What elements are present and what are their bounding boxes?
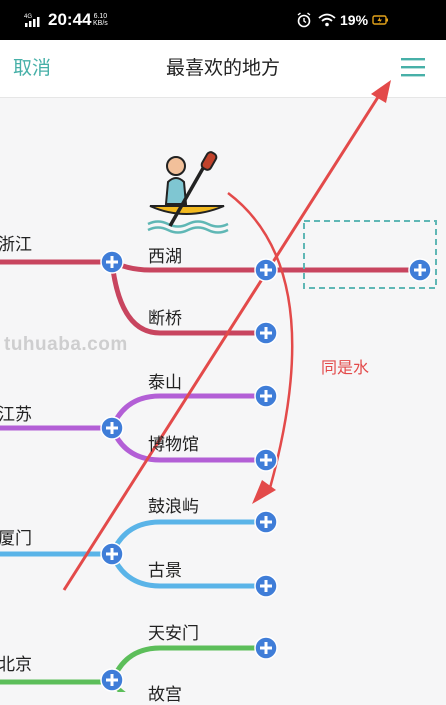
node-tiananmen[interactable]: 天安门	[148, 619, 199, 644]
link-xihu	[110, 259, 266, 273]
node-beijing[interactable]: 北京	[0, 650, 32, 675]
add-node-icon-bowuguan[interactable]	[254, 448, 278, 472]
add-node-icon-beijing[interactable]	[100, 668, 124, 692]
link-tiananmen	[109, 645, 266, 683]
node-xiamen[interactable]: 厦门	[0, 524, 32, 549]
add-node-icon-gulangyu[interactable]	[254, 510, 278, 534]
add-node-icon-zhejiang[interactable]	[100, 250, 124, 274]
node-zhejiang[interactable]: 浙江	[0, 230, 32, 255]
add-node-icon-taishan[interactable]	[254, 384, 278, 408]
link-gujing	[109, 552, 266, 589]
node-gugong[interactable]: 故宫	[148, 680, 182, 705]
annotation-text: 同是水	[321, 358, 370, 377]
link-gulangyu	[109, 519, 266, 556]
node-gujing[interactable]: 古景	[148, 556, 182, 581]
add-node-icon-duanqiao[interactable]	[254, 321, 278, 345]
node-jiangsu[interactable]: 江苏	[0, 400, 32, 425]
kayak-icon	[147, 151, 229, 234]
node-taishan[interactable]: 泰山	[148, 368, 182, 393]
add-node-icon-extension[interactable]	[408, 258, 432, 282]
node-bowuguan[interactable]: 博物馆	[148, 430, 199, 455]
node-gulangyu[interactable]: 鼓浪屿	[148, 492, 199, 517]
node-duanqiao[interactable]: 断桥	[148, 304, 182, 329]
add-node-icon-tiananmen[interactable]	[254, 636, 278, 660]
node-xihu[interactable]: 西湖	[148, 242, 182, 267]
add-node-icon-xihu[interactable]	[254, 258, 278, 282]
watermark: tuhuaba.com	[4, 334, 128, 355]
add-node-icon-xiamen[interactable]	[100, 542, 124, 566]
add-node-icon-jiangsu[interactable]	[100, 416, 124, 440]
link-duanqiao	[109, 261, 266, 336]
link-taishan	[109, 393, 266, 430]
add-node-icon-gujing[interactable]	[254, 574, 278, 598]
